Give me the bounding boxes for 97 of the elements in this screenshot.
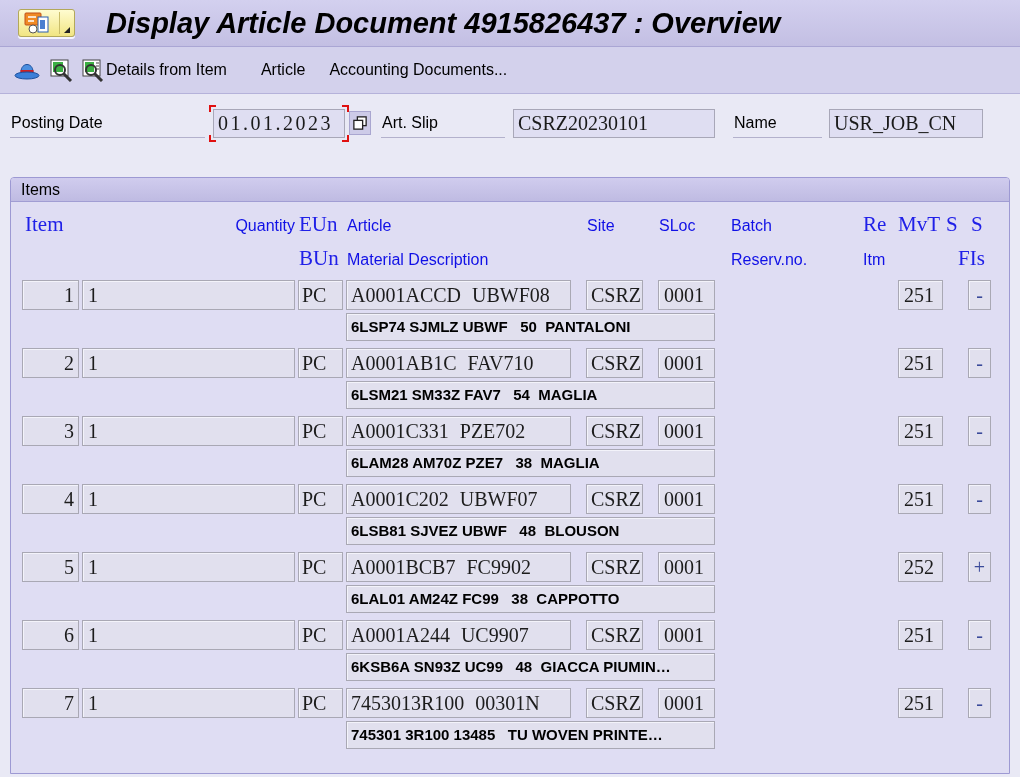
magnifier-list-icon [81, 58, 105, 82]
date-field[interactable]: 01.01.2023 [213, 108, 345, 138]
debit-credit-field[interactable]: - [968, 688, 991, 718]
site-field[interactable]: CSRZ [586, 280, 643, 310]
item-number-field[interactable]: 7 [22, 688, 79, 718]
field-label: Name [733, 112, 777, 133]
column-header: EUn [299, 212, 338, 236]
debit-credit-field[interactable]: - [968, 620, 991, 650]
movement-type-field[interactable]: 251 [898, 620, 943, 650]
quantity-field[interactable]: 1 [82, 348, 295, 378]
unit-field[interactable]: PC [298, 552, 343, 582]
storage-location-field[interactable]: 0001 [658, 620, 715, 650]
column-header: Article [347, 217, 392, 234]
article-field[interactable]: 7453013R100 00301N [346, 688, 571, 718]
toolbar-button[interactable]: Accounting Documents... [329, 58, 508, 82]
toolbar-button[interactable]: Article [260, 58, 306, 82]
column-header: Itm [863, 251, 886, 268]
column-header: Quantity [235, 217, 295, 234]
quantity-field[interactable]: 1 [82, 280, 295, 310]
quantity-field[interactable]: 1 [82, 552, 295, 582]
article-field[interactable]: A0001AB1C FAV710 [346, 348, 571, 378]
toolbar-button[interactable]: Details from Item [81, 58, 227, 82]
storage-location-field[interactable]: 0001 [658, 416, 715, 446]
column-header: MvT [898, 212, 940, 236]
description-field[interactable]: 6KSB6A SN93Z UC99 48 GIACCA PIUMIN… [346, 653, 715, 681]
window-title: Display Article Document 4915826437 : Overview [106, 8, 781, 38]
quantity-field[interactable]: 1 [82, 620, 295, 650]
text-field[interactable]: CSRZ20230101 [513, 108, 715, 138]
unit-field[interactable]: PC [298, 280, 343, 310]
description-field[interactable]: 6LSB81 SJVEZ UBWF 48 BLOUSON [346, 517, 715, 545]
item-number-field[interactable]: 1 [22, 280, 79, 310]
item-number-field[interactable]: 2 [22, 348, 79, 378]
description-field[interactable]: 745301 3R100 13485 TU WOVEN PRINTE… [346, 721, 715, 749]
storage-location-field[interactable]: 0001 [658, 280, 715, 310]
storage-location-field[interactable]: 0001 [658, 348, 715, 378]
movement-type-field[interactable]: 251 [898, 688, 943, 718]
menu-button[interactable] [18, 9, 75, 37]
movement-type-field[interactable]: 251 [898, 416, 943, 446]
copy-button[interactable] [349, 111, 371, 135]
text-field[interactable]: USR_JOB_CN [829, 108, 983, 138]
item-number-field[interactable]: 4 [22, 484, 79, 514]
site-field[interactable]: CSRZ [586, 620, 643, 650]
debit-credit-field[interactable]: - [968, 416, 991, 446]
unit-field[interactable]: PC [298, 688, 343, 718]
description-field[interactable]: 6LAL01 AM24Z FC99 38 CAPPOTTO [346, 585, 715, 613]
site-field[interactable]: CSRZ [586, 484, 643, 514]
unit-field[interactable]: PC [298, 620, 343, 650]
column-header: S [946, 212, 958, 236]
magnifier-screen-icon[interactable] [49, 58, 73, 82]
column-header: Material Description [347, 251, 489, 268]
copy-icon [353, 116, 367, 130]
site-field[interactable]: CSRZ [586, 688, 643, 718]
unit-field[interactable]: PC [298, 416, 343, 446]
movement-type-field[interactable]: 252 [898, 552, 943, 582]
column-header: BUn [299, 246, 339, 270]
item-number-field[interactable]: 6 [22, 620, 79, 650]
caret-icon [64, 27, 70, 33]
column-header: Batch [731, 217, 772, 234]
debit-credit-field[interactable]: - [968, 484, 991, 514]
column-header: S [971, 212, 983, 236]
field-label: Art. Slip [381, 112, 438, 133]
column-header: FIs [958, 246, 985, 270]
column-header: Site [587, 217, 615, 234]
article-field[interactable]: A0001C331 PZE702 [346, 416, 571, 446]
movement-type-field[interactable]: 251 [898, 484, 943, 514]
article-field[interactable]: A0001ACCD UBWF08 [346, 280, 571, 310]
quantity-field[interactable]: 1 [82, 688, 295, 718]
storage-location-field[interactable]: 0001 [658, 688, 715, 718]
site-field[interactable]: CSRZ [586, 552, 643, 582]
column-header: Re [863, 212, 887, 236]
description-field[interactable]: 6LSM21 SM33Z FAV7 54 MAGLIA [346, 381, 715, 409]
storage-location-field[interactable]: 0001 [658, 552, 715, 582]
movement-type-field[interactable]: 251 [898, 348, 943, 378]
unit-field[interactable]: PC [298, 484, 343, 514]
unit-field[interactable]: PC [298, 348, 343, 378]
column-header: SLoc [659, 217, 696, 234]
storage-location-field[interactable]: 0001 [658, 484, 715, 514]
field-label: Posting Date [10, 112, 103, 133]
debit-credit-field[interactable]: - [968, 348, 991, 378]
screen-icon [24, 12, 50, 34]
description-field[interactable]: 6LAM28 AM70Z PZE7 38 MAGLIA [346, 449, 715, 477]
site-field[interactable]: CSRZ [586, 348, 643, 378]
debit-credit-field[interactable]: - [968, 280, 991, 310]
movement-type-field[interactable]: 251 [898, 280, 943, 310]
description-field[interactable]: 6LSP74 SJMLZ UBWF 50 PANTALONI [346, 313, 715, 341]
column-header: Reserv.no. [731, 251, 808, 268]
article-field[interactable]: A0001A244 UC9907 [346, 620, 571, 650]
quantity-field[interactable]: 1 [82, 416, 295, 446]
article-field[interactable]: A0001C202 UBWF07 [346, 484, 571, 514]
article-field[interactable]: A0001BCB7 FC9902 [346, 552, 571, 582]
debit-credit-field[interactable]: + [968, 552, 991, 582]
item-number-field[interactable]: 5 [22, 552, 79, 582]
item-number-field[interactable]: 3 [22, 416, 79, 446]
panel-title: Items [21, 179, 61, 200]
quantity-field[interactable]: 1 [82, 484, 295, 514]
column-header: Item [25, 212, 64, 236]
site-field[interactable]: CSRZ [586, 416, 643, 446]
